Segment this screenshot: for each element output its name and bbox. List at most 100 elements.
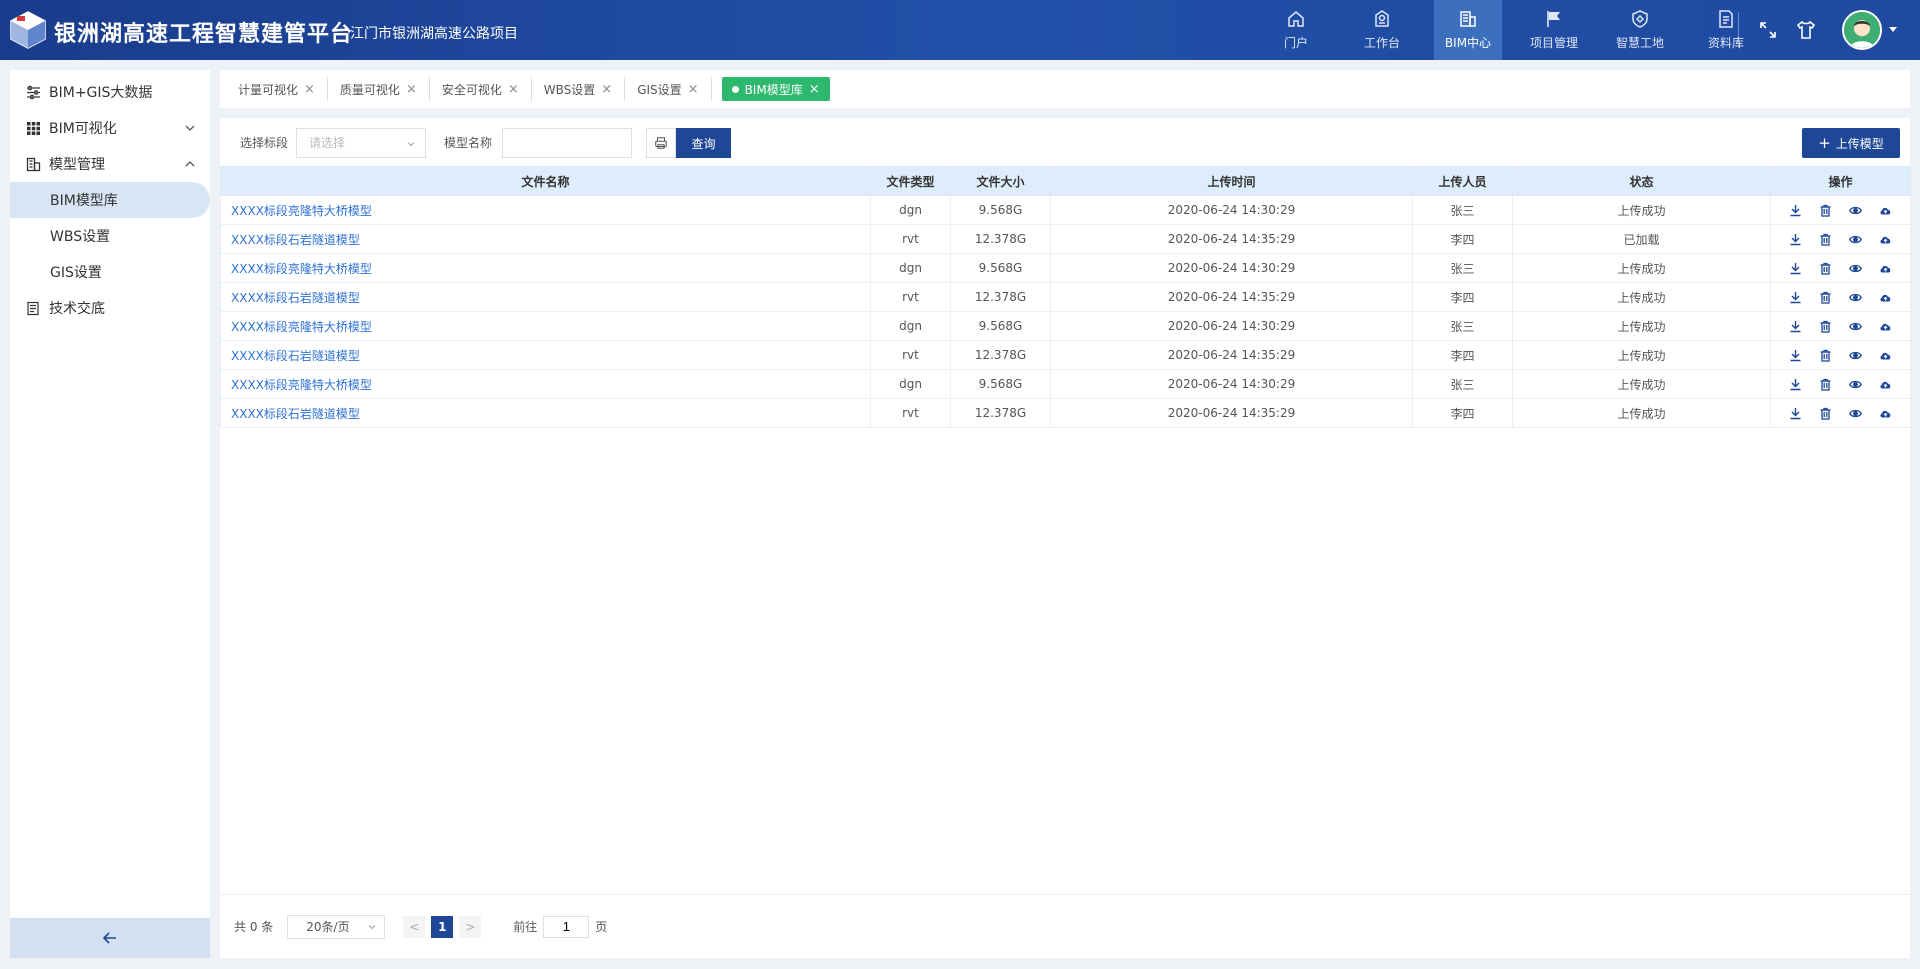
- download-icon[interactable]: [1781, 262, 1811, 275]
- model-name-input[interactable]: [502, 128, 633, 158]
- download-icon[interactable]: [1781, 407, 1811, 420]
- user-menu-caret[interactable]: [1889, 27, 1897, 32]
- view-icon[interactable]: [1841, 378, 1871, 391]
- file-name-link[interactable]: XXXX标段亮隆特大桥模型: [220, 195, 871, 225]
- actions-cell: [1770, 311, 1911, 341]
- nav-bim-center[interactable]: BIM中心: [1434, 0, 1502, 60]
- delete-icon[interactable]: [1811, 349, 1841, 362]
- nav-portal[interactable]: 门户: [1262, 0, 1330, 60]
- file-name-link[interactable]: XXXX标段石岩隧道模型: [220, 282, 871, 312]
- file-name-link[interactable]: XXXX标段石岩隧道模型: [220, 340, 871, 370]
- prev-page-button[interactable]: <: [403, 915, 426, 938]
- tab-quality-visual[interactable]: 质量可视化 ×: [328, 77, 430, 101]
- sidebar-collapse-button[interactable]: [10, 918, 210, 958]
- file-size-cell: 9.568G: [950, 253, 1051, 283]
- col-file-size[interactable]: 文件大小: [950, 166, 1051, 196]
- view-icon[interactable]: [1841, 204, 1871, 217]
- download-icon[interactable]: [1781, 349, 1811, 362]
- tab-wbs-settings[interactable]: WBS设置 ×: [532, 77, 626, 101]
- file-size-cell: 12.378G: [950, 224, 1051, 254]
- close-icon[interactable]: ×: [688, 82, 699, 97]
- sidebar-item-model-mgmt[interactable]: 模型管理: [10, 146, 210, 182]
- download-icon[interactable]: [1781, 204, 1811, 217]
- page-size-select[interactable]: 20条/页: [287, 914, 386, 939]
- goto-page-input[interactable]: [543, 915, 590, 938]
- col-uploader[interactable]: 上传人员: [1412, 166, 1513, 196]
- close-icon[interactable]: ×: [406, 82, 417, 97]
- next-page-button[interactable]: >: [459, 915, 482, 938]
- tab-gis-settings[interactable]: GIS设置 ×: [625, 77, 712, 101]
- delete-icon[interactable]: [1811, 204, 1841, 217]
- avatar[interactable]: [1842, 10, 1882, 50]
- file-type-cell: dgn: [870, 369, 951, 399]
- current-page[interactable]: 1: [431, 915, 454, 938]
- tab-label: 安全可视化: [441, 82, 502, 97]
- delete-icon[interactable]: [1811, 407, 1841, 420]
- view-icon[interactable]: [1841, 291, 1871, 304]
- sidebar-subitem-wbs[interactable]: WBS设置: [10, 218, 210, 254]
- cloud-upload-icon[interactable]: [1871, 204, 1901, 217]
- nav-label: BIM中心: [1444, 36, 1492, 50]
- row-actions: [1771, 291, 1910, 304]
- tab-metering-visual[interactable]: 计量可视化 ×: [226, 77, 328, 101]
- sidebar-item-bim-visual[interactable]: BIM可视化: [10, 110, 210, 146]
- upload-model-button[interactable]: + 上传模型: [1802, 128, 1900, 158]
- cloud-upload-icon[interactable]: [1871, 233, 1901, 246]
- col-status[interactable]: 状态: [1512, 166, 1771, 196]
- download-icon[interactable]: [1781, 291, 1811, 304]
- col-file-type[interactable]: 文件类型: [870, 166, 951, 196]
- view-icon[interactable]: [1841, 320, 1871, 333]
- close-icon[interactable]: ×: [304, 82, 315, 97]
- col-upload-time[interactable]: 上传时间: [1050, 166, 1413, 196]
- tab-bim-library[interactable]: BIM模型库 ×: [721, 77, 830, 101]
- sidebar-item-tech-brief[interactable]: 技术交底: [10, 290, 210, 326]
- theme-skin-icon[interactable]: [1795, 19, 1817, 41]
- fullscreen-icon[interactable]: [1757, 19, 1779, 41]
- goto-label: 前往: [513, 920, 538, 934]
- delete-icon[interactable]: [1811, 378, 1841, 391]
- delete-icon[interactable]: [1811, 320, 1841, 333]
- print-button[interactable]: [646, 128, 677, 158]
- close-icon[interactable]: ×: [601, 82, 612, 97]
- section-select[interactable]: 请选择: [296, 128, 427, 158]
- nav-smart-site[interactable]: 智慧工地: [1606, 0, 1674, 60]
- file-name-link[interactable]: XXXX标段亮隆特大桥模型: [220, 369, 871, 399]
- cloud-upload-icon[interactable]: [1871, 378, 1901, 391]
- view-icon[interactable]: [1841, 407, 1871, 420]
- delete-icon[interactable]: [1811, 262, 1841, 275]
- view-icon[interactable]: [1841, 349, 1871, 362]
- file-name-link[interactable]: XXXX标段石岩隧道模型: [220, 224, 871, 254]
- row-actions: [1771, 407, 1910, 420]
- file-name-link[interactable]: XXXX标段亮隆特大桥模型: [220, 311, 871, 341]
- close-icon[interactable]: ×: [809, 82, 820, 97]
- sidebar-item-bim-gis[interactable]: BIM+GIS大数据: [10, 74, 210, 110]
- nav-library[interactable]: 资料库: [1692, 0, 1760, 60]
- tab-safety-visual[interactable]: 安全可视化 ×: [430, 77, 532, 101]
- view-icon[interactable]: [1841, 262, 1871, 275]
- nav-workbench[interactable]: 工作台: [1348, 0, 1416, 60]
- section-label: 选择标段: [240, 136, 289, 150]
- cloud-upload-icon[interactable]: [1871, 407, 1901, 420]
- nav-project-mgmt[interactable]: 项目管理: [1520, 0, 1588, 60]
- cloud-upload-icon[interactable]: [1871, 349, 1901, 362]
- actions-cell: [1770, 282, 1911, 312]
- uploader-cell: 张三: [1412, 195, 1513, 225]
- download-icon[interactable]: [1781, 233, 1811, 246]
- view-icon[interactable]: [1841, 233, 1871, 246]
- cloud-upload-icon[interactable]: [1871, 291, 1901, 304]
- file-type-cell: dgn: [870, 311, 951, 341]
- download-icon[interactable]: [1781, 378, 1811, 391]
- close-icon[interactable]: ×: [508, 82, 519, 97]
- file-name-link[interactable]: XXXX标段石岩隧道模型: [220, 398, 871, 428]
- sidebar-subitem-bim-library[interactable]: BIM模型库: [10, 182, 210, 218]
- file-size-cell: 12.378G: [950, 282, 1051, 312]
- col-file-name[interactable]: 文件名称: [220, 166, 871, 196]
- query-button[interactable]: 查询: [676, 128, 732, 158]
- delete-icon[interactable]: [1811, 291, 1841, 304]
- delete-icon[interactable]: [1811, 233, 1841, 246]
- download-icon[interactable]: [1781, 320, 1811, 333]
- cloud-upload-icon[interactable]: [1871, 320, 1901, 333]
- sidebar-subitem-gis[interactable]: GIS设置: [10, 254, 210, 290]
- file-name-link[interactable]: XXXX标段亮隆特大桥模型: [220, 253, 871, 283]
- cloud-upload-icon[interactable]: [1871, 262, 1901, 275]
